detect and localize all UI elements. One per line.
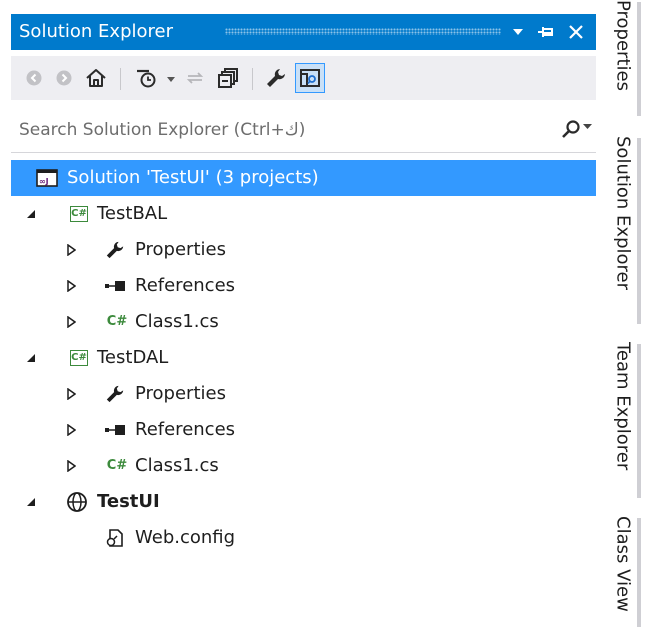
tab-team-explorer[interactable]: Team Explorer (606, 342, 640, 502)
csharp-project-icon: C# (67, 196, 91, 232)
solution-explorer-toolbar (11, 56, 596, 100)
tree-item-label: TestDAL (97, 347, 169, 368)
tab-class-view[interactable]: Class View (606, 516, 640, 627)
tree-item-label: Properties (135, 239, 226, 260)
references-icon (103, 412, 127, 448)
forward-icon (56, 70, 72, 86)
tree-item-label: TestUI (97, 491, 160, 512)
wrench-icon (103, 376, 127, 412)
tree-item-label: Web.config (135, 527, 236, 548)
sync-with-active-document-button[interactable] (183, 56, 207, 100)
collapse-arrow-icon[interactable] (23, 484, 39, 520)
pending-changes-filter-button[interactable] (131, 56, 179, 100)
globe-icon (65, 484, 89, 520)
search-input[interactable] (11, 108, 559, 152)
back-button[interactable] (23, 56, 45, 100)
tree-item-label: TestBAL (97, 203, 168, 224)
expand-arrow-icon[interactable] (63, 376, 79, 412)
tree-item-properties[interactable]: Properties (11, 376, 596, 412)
tab-indicator (637, 2, 641, 116)
wrench-icon (103, 232, 127, 268)
search-box (11, 108, 596, 153)
properties-button[interactable] (261, 56, 291, 100)
toolbar-separator (252, 68, 253, 90)
tab-label: Properties (612, 0, 634, 91)
expand-arrow-icon[interactable] (63, 268, 79, 304)
auto-hide-pin-button[interactable] (533, 14, 559, 50)
preview-icon (300, 69, 320, 87)
tree-item-class-file[interactable]: C# Class1.cs (11, 448, 596, 484)
svg-text:∞J: ∞J (39, 177, 49, 186)
expand-arrow-icon[interactable] (63, 412, 79, 448)
search-options-dropdown[interactable] (583, 122, 592, 133)
forward-button[interactable] (53, 56, 75, 100)
tree-item-label: Class1.cs (135, 311, 219, 332)
chevron-down-icon (583, 124, 592, 129)
tab-label: Class View (612, 516, 634, 612)
tree-item-label: Class1.cs (135, 455, 219, 476)
wrench-icon (267, 69, 285, 87)
tree-item-label: References (135, 419, 236, 440)
side-tab-strip: Properties Solution Explorer Team Explor… (598, 0, 646, 627)
sync-icon (186, 72, 204, 84)
tree-item-project-testbal[interactable]: C# TestBAL (11, 196, 596, 232)
search-button[interactable] (561, 119, 581, 143)
tab-indicator (637, 344, 641, 498)
tab-label: Solution Explorer (612, 136, 634, 290)
tab-indicator (637, 518, 641, 627)
tree-item-project-testui[interactable]: TestUI (11, 484, 596, 520)
close-icon (569, 25, 583, 39)
dropdown-arrow-icon (513, 29, 523, 35)
tree-item-label: References (135, 275, 236, 296)
tree-item-label: Properties (135, 383, 226, 404)
title-bar-grip[interactable] (225, 28, 501, 35)
collapse-arrow-icon[interactable] (23, 340, 39, 376)
solution-tree: ∞J Solution 'TestUI' (3 projects) C# Tes… (11, 158, 596, 627)
tab-indicator (637, 138, 641, 324)
solution-icon: ∞J (35, 160, 59, 196)
toolbar-separator (120, 68, 121, 90)
tab-properties[interactable]: Properties (606, 0, 640, 120)
expand-arrow-icon[interactable] (63, 448, 79, 484)
window-options-button[interactable] (505, 14, 531, 50)
tree-item-class-file[interactable]: C# Class1.cs (11, 304, 596, 340)
close-button[interactable] (563, 14, 589, 50)
tree-item-references[interactable]: References (11, 268, 596, 304)
csharp-file-icon: C# (106, 458, 128, 473)
tab-solution-explorer[interactable]: Solution Explorer (606, 136, 640, 328)
tree-item-label: Solution 'TestUI' (3 projects) (67, 167, 319, 188)
tree-item-solution[interactable]: ∞J Solution 'TestUI' (3 projects) (11, 160, 596, 196)
preview-selected-items-button[interactable] (292, 56, 328, 100)
tree-item-project-testdal[interactable]: C# TestDAL (11, 340, 596, 376)
config-file-icon (103, 520, 127, 556)
collapse-all-icon (218, 68, 238, 88)
expand-arrow-icon[interactable] (63, 232, 79, 268)
references-icon (103, 268, 127, 304)
clock-filter-icon (137, 69, 175, 88)
window-title: Solution Explorer (19, 21, 173, 42)
tree-item-properties[interactable]: Properties (11, 232, 596, 268)
home-icon (86, 69, 106, 87)
csharp-project-icon: C# (67, 340, 91, 376)
home-button[interactable] (81, 56, 111, 100)
pin-icon (538, 27, 553, 37)
back-icon (26, 70, 42, 86)
tool-window-title-bar[interactable]: Solution Explorer (11, 14, 596, 50)
collapse-all-button[interactable] (213, 56, 243, 100)
csharp-file-icon: C# (106, 314, 128, 329)
expand-arrow-icon[interactable] (63, 304, 79, 340)
tree-item-web-config[interactable]: Web.config (11, 520, 596, 556)
search-icon (562, 120, 580, 138)
tab-label: Team Explorer (612, 342, 634, 471)
tree-item-references[interactable]: References (11, 412, 596, 448)
collapse-arrow-icon[interactable] (23, 196, 39, 232)
